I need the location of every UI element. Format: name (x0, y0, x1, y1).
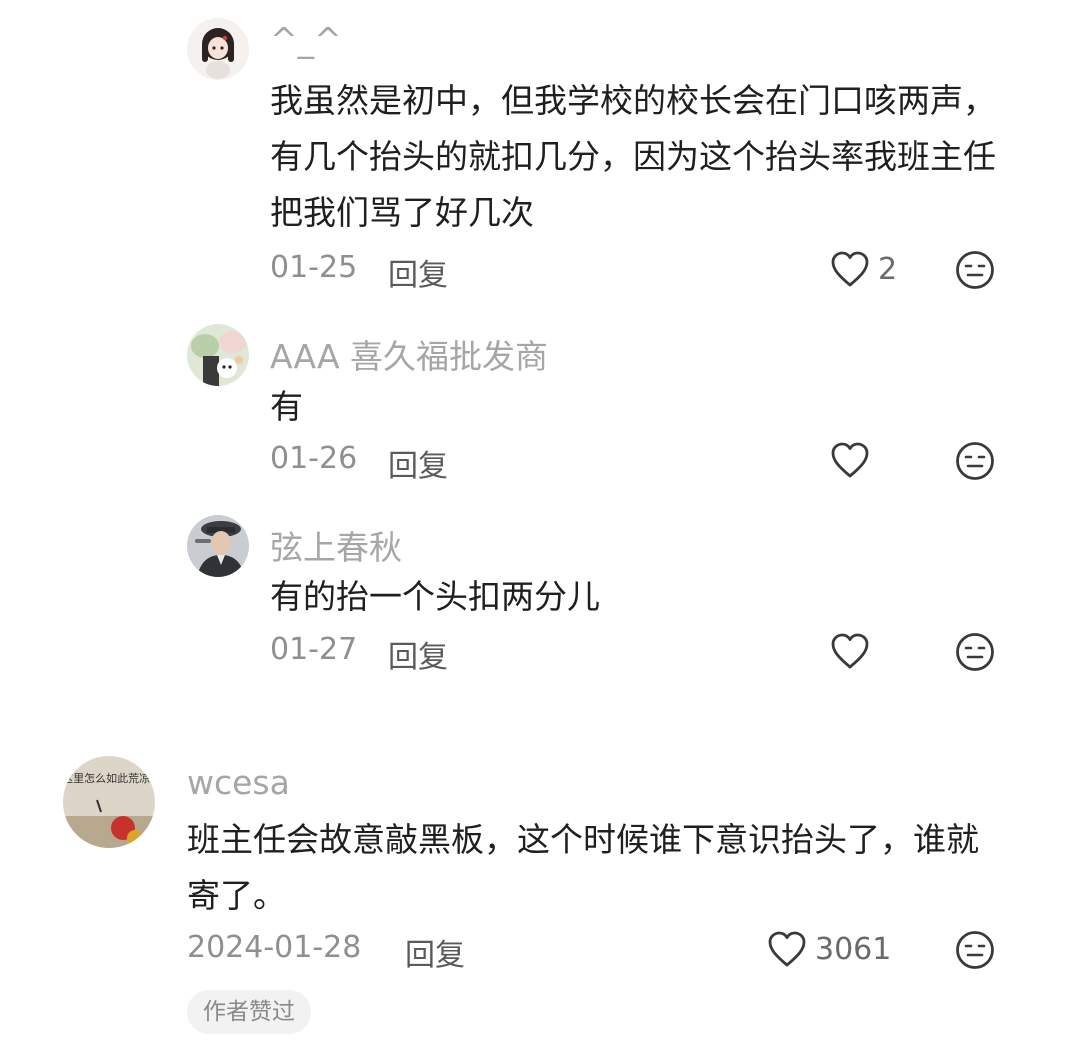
like-count: 3061 (815, 931, 892, 967)
like-button[interactable]: 3061 (767, 930, 891, 968)
neutral-face-icon[interactable] (955, 250, 995, 294)
avatar[interactable] (187, 18, 249, 80)
reply-button[interactable]: 回复 (388, 632, 448, 676)
reply-button[interactable]: 回复 (405, 930, 465, 974)
heart-outline-icon (831, 442, 869, 478)
comment-author[interactable]: ^_^ (270, 20, 342, 59)
avatar-cartoon-sign-image: 这里怎么如此荒凉? (63, 756, 155, 848)
heart-outline-icon (831, 251, 869, 287)
like-count: 2 (878, 251, 898, 287)
comment-date: 01-26 (270, 441, 358, 476)
avatar-caption: 这里怎么如此荒凉? (63, 771, 155, 785)
avatar-anime-girl-image (187, 18, 249, 80)
comment-text: 我虽然是初中，但我学校的校长会在门口咳两声，有几个抬头的就扣几分，因为这个抬头率… (270, 81, 996, 232)
comment-text: 有的抬一个头扣两分儿 (270, 577, 600, 616)
comment-date: 01-27 (270, 632, 358, 667)
reply-button[interactable]: 回复 (388, 441, 448, 485)
reply-button[interactable]: 回复 (388, 250, 448, 294)
comment-author[interactable]: wcesa (187, 763, 290, 802)
avatar-man-in-cap-image (187, 515, 249, 577)
neutral-face-icon[interactable] (955, 441, 995, 485)
comment-text: 有 (270, 387, 303, 426)
comment-date: 2024-01-28 (187, 930, 362, 965)
neutral-face-icon[interactable] (955, 930, 995, 974)
comment-date: 01-25 (270, 250, 358, 285)
avatar[interactable] (187, 324, 249, 386)
heart-outline-icon (831, 633, 869, 669)
avatar-photo-image (187, 324, 249, 386)
avatar[interactable]: 这里怎么如此荒凉? (63, 756, 155, 848)
comment-author[interactable]: AAA 喜久福批发商 (270, 330, 548, 378)
like-button[interactable] (830, 632, 878, 670)
heart-outline-icon (768, 931, 806, 967)
neutral-face-icon[interactable] (955, 632, 995, 676)
comment-text: 班主任会故意敲黑板，这个时候谁下意识抬头了，谁就寄了。 (187, 820, 979, 915)
like-button[interactable] (830, 441, 878, 479)
comment-author[interactable]: 弦上春秋 (270, 521, 402, 569)
avatar[interactable] (187, 515, 249, 577)
author-liked-badge: 作者赞过 (187, 990, 311, 1034)
like-button[interactable]: 2 (830, 250, 897, 288)
